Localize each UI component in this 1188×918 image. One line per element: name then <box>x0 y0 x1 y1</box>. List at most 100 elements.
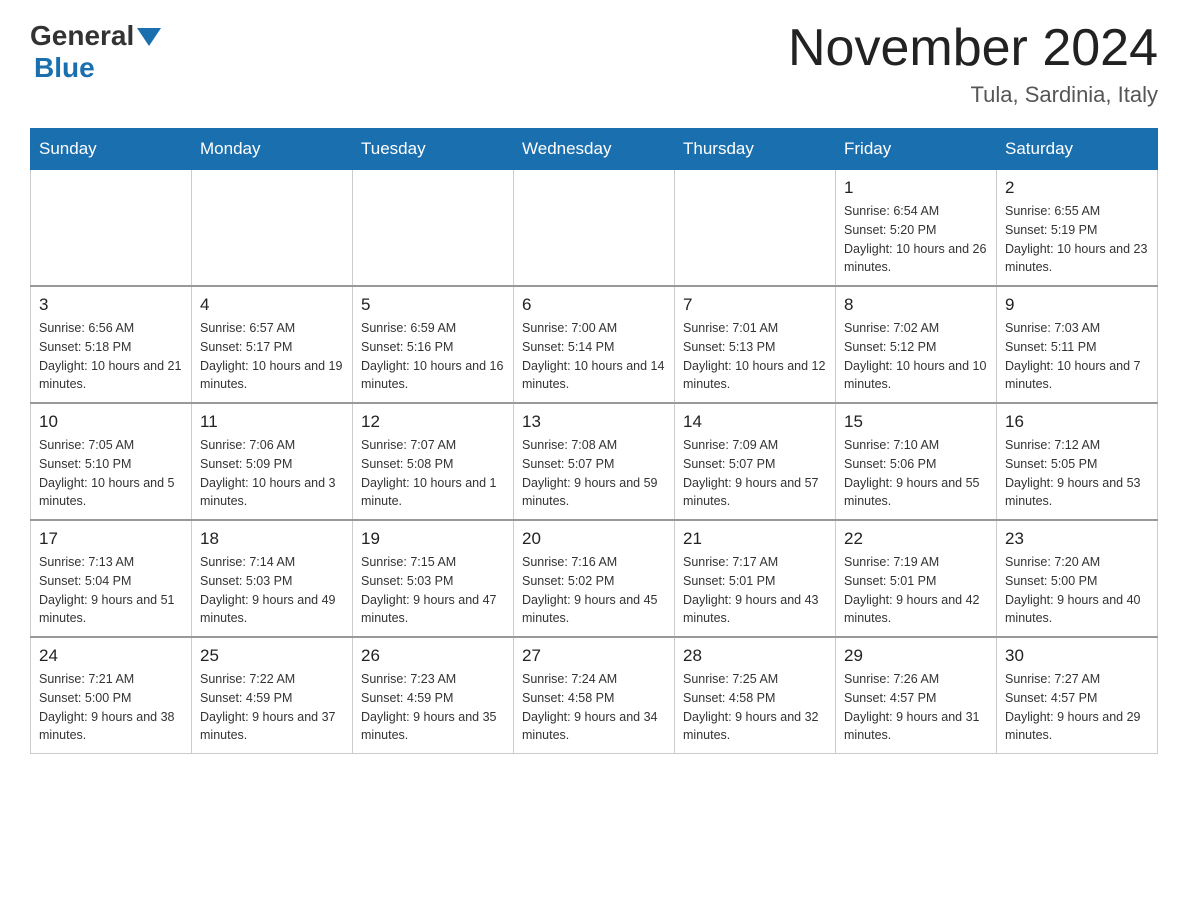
calendar-week-row: 17 Sunrise: 7:13 AM Sunset: 5:04 PM Dayli… <box>31 520 1158 637</box>
day-info: Sunrise: 7:16 AM Sunset: 5:02 PM Dayligh… <box>522 553 666 628</box>
day-number: 19 <box>361 529 505 549</box>
page-header: General Blue November 2024 Tula, Sardini… <box>30 20 1158 108</box>
calendar-cell <box>514 170 675 287</box>
day-number: 30 <box>1005 646 1149 666</box>
day-number: 9 <box>1005 295 1149 315</box>
day-number: 10 <box>39 412 183 432</box>
day-info: Sunrise: 7:24 AM Sunset: 4:58 PM Dayligh… <box>522 670 666 745</box>
calendar-cell: 29 Sunrise: 7:26 AM Sunset: 4:57 PM Dayli… <box>836 637 997 754</box>
day-info: Sunrise: 6:55 AM Sunset: 5:19 PM Dayligh… <box>1005 202 1149 277</box>
day-info: Sunrise: 7:14 AM Sunset: 5:03 PM Dayligh… <box>200 553 344 628</box>
calendar-title: November 2024 <box>788 20 1158 77</box>
day-number: 7 <box>683 295 827 315</box>
calendar-cell: 5 Sunrise: 6:59 AM Sunset: 5:16 PM Daylig… <box>353 286 514 403</box>
day-of-week-header: Saturday <box>997 129 1158 170</box>
calendar-week-row: 3Sunrise: 6:56 AM Sunset: 5:18 PM Daylig… <box>31 286 1158 403</box>
day-info: Sunrise: 7:21 AM Sunset: 5:00 PM Dayligh… <box>39 670 183 745</box>
calendar-cell <box>353 170 514 287</box>
logo-blue-text: Blue <box>34 52 95 83</box>
calendar-cell: 21 Sunrise: 7:17 AM Sunset: 5:01 PM Dayli… <box>675 520 836 637</box>
calendar-cell: 13 Sunrise: 7:08 AM Sunset: 5:07 PM Dayli… <box>514 403 675 520</box>
calendar-cell <box>675 170 836 287</box>
day-info: Sunrise: 7:12 AM Sunset: 5:05 PM Dayligh… <box>1005 436 1149 511</box>
day-number: 21 <box>683 529 827 549</box>
calendar-cell: 10Sunrise: 7:05 AM Sunset: 5:10 PM Dayli… <box>31 403 192 520</box>
day-info: Sunrise: 7:27 AM Sunset: 4:57 PM Dayligh… <box>1005 670 1149 745</box>
day-number: 27 <box>522 646 666 666</box>
day-info: Sunrise: 7:00 AM Sunset: 5:14 PM Dayligh… <box>522 319 666 394</box>
day-number: 26 <box>361 646 505 666</box>
calendar-cell: 6 Sunrise: 7:00 AM Sunset: 5:14 PM Daylig… <box>514 286 675 403</box>
day-info: Sunrise: 7:19 AM Sunset: 5:01 PM Dayligh… <box>844 553 988 628</box>
calendar-cell: 19 Sunrise: 7:15 AM Sunset: 5:03 PM Dayli… <box>353 520 514 637</box>
day-info: Sunrise: 7:17 AM Sunset: 5:01 PM Dayligh… <box>683 553 827 628</box>
calendar-cell: 30 Sunrise: 7:27 AM Sunset: 4:57 PM Dayli… <box>997 637 1158 754</box>
logo-general-text: General <box>30 20 134 52</box>
day-info: Sunrise: 7:03 AM Sunset: 5:11 PM Dayligh… <box>1005 319 1149 394</box>
calendar-cell <box>31 170 192 287</box>
day-info: Sunrise: 7:23 AM Sunset: 4:59 PM Dayligh… <box>361 670 505 745</box>
day-of-week-header: Monday <box>192 129 353 170</box>
day-number: 1 <box>844 178 988 198</box>
day-number: 20 <box>522 529 666 549</box>
day-info: Sunrise: 7:22 AM Sunset: 4:59 PM Dayligh… <box>200 670 344 745</box>
calendar-cell: 7 Sunrise: 7:01 AM Sunset: 5:13 PM Daylig… <box>675 286 836 403</box>
day-info: Sunrise: 6:59 AM Sunset: 5:16 PM Dayligh… <box>361 319 505 394</box>
calendar-table: SundayMondayTuesdayWednesdayThursdayFrid… <box>30 128 1158 754</box>
logo: General Blue <box>30 20 161 84</box>
calendar-cell: 4Sunrise: 6:57 AM Sunset: 5:17 PM Daylig… <box>192 286 353 403</box>
day-number: 5 <box>361 295 505 315</box>
day-number: 25 <box>200 646 344 666</box>
day-info: Sunrise: 6:57 AM Sunset: 5:17 PM Dayligh… <box>200 319 344 394</box>
day-number: 11 <box>200 412 344 432</box>
day-number: 18 <box>200 529 344 549</box>
day-info: Sunrise: 7:01 AM Sunset: 5:13 PM Dayligh… <box>683 319 827 394</box>
day-number: 13 <box>522 412 666 432</box>
calendar-cell: 17 Sunrise: 7:13 AM Sunset: 5:04 PM Dayli… <box>31 520 192 637</box>
calendar-cell: 2 Sunrise: 6:55 AM Sunset: 5:19 PM Daylig… <box>997 170 1158 287</box>
day-number: 22 <box>844 529 988 549</box>
day-number: 14 <box>683 412 827 432</box>
calendar-cell: 25 Sunrise: 7:22 AM Sunset: 4:59 PM Dayli… <box>192 637 353 754</box>
day-number: 17 <box>39 529 183 549</box>
calendar-cell: 14Sunrise: 7:09 AM Sunset: 5:07 PM Dayli… <box>675 403 836 520</box>
day-of-week-header: Thursday <box>675 129 836 170</box>
day-number: 15 <box>844 412 988 432</box>
calendar-cell: 1 Sunrise: 6:54 AM Sunset: 5:20 PM Daylig… <box>836 170 997 287</box>
calendar-cell: 16 Sunrise: 7:12 AM Sunset: 5:05 PM Dayli… <box>997 403 1158 520</box>
day-of-week-header: Friday <box>836 129 997 170</box>
day-info: Sunrise: 7:20 AM Sunset: 5:00 PM Dayligh… <box>1005 553 1149 628</box>
day-info: Sunrise: 7:26 AM Sunset: 4:57 PM Dayligh… <box>844 670 988 745</box>
calendar-cell: 11 Sunrise: 7:06 AM Sunset: 5:09 PM Dayli… <box>192 403 353 520</box>
calendar-cell: 3Sunrise: 6:56 AM Sunset: 5:18 PM Daylig… <box>31 286 192 403</box>
day-number: 16 <box>1005 412 1149 432</box>
day-info: Sunrise: 6:54 AM Sunset: 5:20 PM Dayligh… <box>844 202 988 277</box>
calendar-cell: 23 Sunrise: 7:20 AM Sunset: 5:00 PM Dayli… <box>997 520 1158 637</box>
calendar-cell <box>192 170 353 287</box>
calendar-cell: 20 Sunrise: 7:16 AM Sunset: 5:02 PM Dayli… <box>514 520 675 637</box>
calendar-cell: 22 Sunrise: 7:19 AM Sunset: 5:01 PM Dayli… <box>836 520 997 637</box>
day-number: 29 <box>844 646 988 666</box>
day-number: 6 <box>522 295 666 315</box>
day-of-week-header: Wednesday <box>514 129 675 170</box>
calendar-cell: 24Sunrise: 7:21 AM Sunset: 5:00 PM Dayli… <box>31 637 192 754</box>
day-info: Sunrise: 7:15 AM Sunset: 5:03 PM Dayligh… <box>361 553 505 628</box>
calendar-cell: 18 Sunrise: 7:14 AM Sunset: 5:03 PM Dayli… <box>192 520 353 637</box>
day-info: Sunrise: 6:56 AM Sunset: 5:18 PM Dayligh… <box>39 319 183 394</box>
logo-text: General <box>30 20 161 52</box>
day-info: Sunrise: 7:08 AM Sunset: 5:07 PM Dayligh… <box>522 436 666 511</box>
day-info: Sunrise: 7:02 AM Sunset: 5:12 PM Dayligh… <box>844 319 988 394</box>
day-number: 23 <box>1005 529 1149 549</box>
calendar-cell: 12Sunrise: 7:07 AM Sunset: 5:08 PM Dayli… <box>353 403 514 520</box>
day-number: 2 <box>1005 178 1149 198</box>
title-area: November 2024 Tula, Sardinia, Italy <box>788 20 1158 108</box>
day-info: Sunrise: 7:10 AM Sunset: 5:06 PM Dayligh… <box>844 436 988 511</box>
day-number: 8 <box>844 295 988 315</box>
day-number: 28 <box>683 646 827 666</box>
day-info: Sunrise: 7:06 AM Sunset: 5:09 PM Dayligh… <box>200 436 344 511</box>
day-info: Sunrise: 7:13 AM Sunset: 5:04 PM Dayligh… <box>39 553 183 628</box>
calendar-week-row: 24Sunrise: 7:21 AM Sunset: 5:00 PM Dayli… <box>31 637 1158 754</box>
calendar-header-row: SundayMondayTuesdayWednesdayThursdayFrid… <box>31 129 1158 170</box>
day-info: Sunrise: 7:25 AM Sunset: 4:58 PM Dayligh… <box>683 670 827 745</box>
day-info: Sunrise: 7:07 AM Sunset: 5:08 PM Dayligh… <box>361 436 505 511</box>
